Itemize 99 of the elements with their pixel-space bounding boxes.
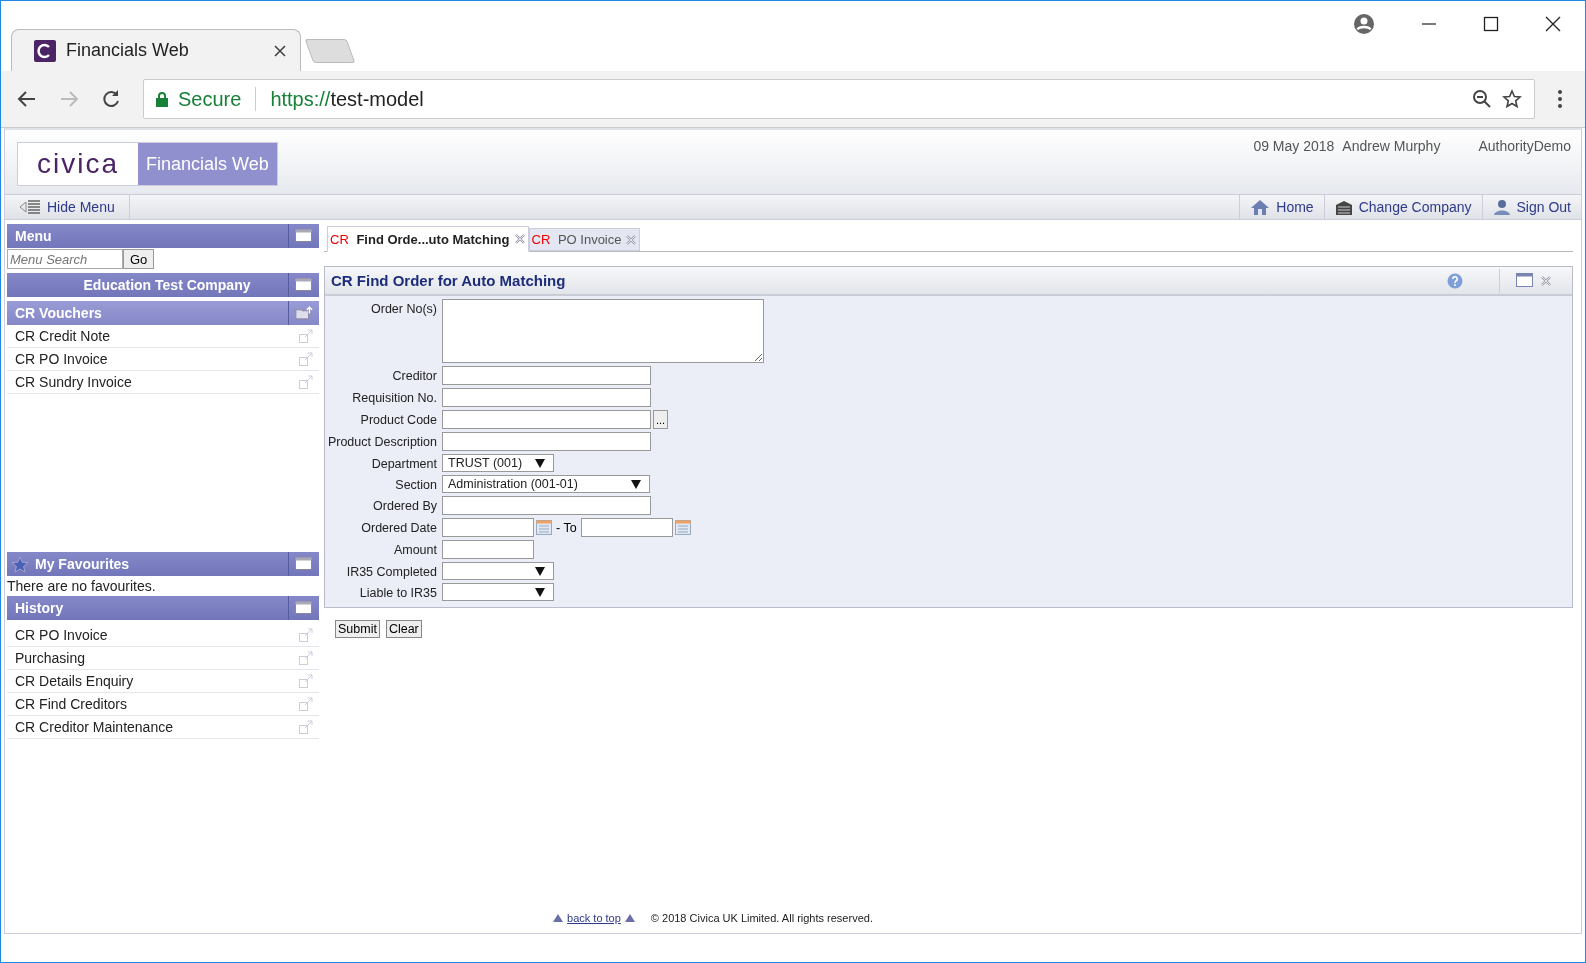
person-icon bbox=[1492, 198, 1511, 216]
date-field[interactable] bbox=[442, 518, 534, 537]
history-item[interactable]: CR PO Invoice bbox=[7, 624, 319, 647]
external-link-icon bbox=[299, 352, 313, 366]
external-link-icon bbox=[299, 720, 313, 734]
field-label: Liable to IR35 bbox=[358, 585, 437, 600]
maximize-icon[interactable] bbox=[1483, 16, 1499, 32]
reload-icon[interactable] bbox=[101, 89, 121, 109]
form-button[interactable]: Submit bbox=[335, 620, 380, 638]
tab[interactable]: CR Find Orde...uto Matching bbox=[327, 226, 529, 252]
history-item[interactable]: CR Details Enquiry bbox=[7, 670, 319, 693]
text-field[interactable] bbox=[442, 388, 651, 407]
dropdown-arrow-icon bbox=[535, 566, 545, 576]
field-label: Product Code bbox=[359, 412, 437, 427]
url-text: https://test-model bbox=[270, 87, 424, 111]
date-field[interactable] bbox=[580, 518, 673, 537]
field-label: Product Description bbox=[326, 434, 437, 449]
external-link-icon bbox=[299, 651, 313, 665]
star-icon bbox=[11, 555, 29, 573]
history-item[interactable]: CR Creditor Maintenance bbox=[7, 716, 319, 739]
date-text: 09 May 2018 bbox=[1253, 138, 1335, 156]
back-icon[interactable] bbox=[17, 89, 37, 109]
external-link-icon bbox=[299, 697, 313, 711]
field-label: Amount bbox=[392, 542, 437, 557]
building-icon bbox=[1334, 198, 1353, 216]
address-bar[interactable]: Secure https://test-model bbox=[143, 79, 1535, 119]
toolbar-link[interactable]: Change Company bbox=[1323, 195, 1482, 219]
panel-title: My Favourites bbox=[35, 556, 130, 572]
field-label: IR35 Completed bbox=[345, 564, 437, 579]
company-name: AuthorityDemo bbox=[1478, 138, 1571, 156]
external-link-icon bbox=[299, 329, 313, 343]
order-numbers-field[interactable] bbox=[442, 299, 764, 363]
close-icon[interactable] bbox=[274, 44, 286, 57]
tab[interactable]: CR PO Invoice bbox=[528, 228, 641, 251]
text-field[interactable] bbox=[442, 432, 651, 451]
dropdown[interactable] bbox=[442, 583, 554, 601]
field-label: Ordered By bbox=[372, 498, 437, 513]
field-label: Order No(s) bbox=[370, 301, 437, 316]
zoom-out-icon[interactable] bbox=[1472, 89, 1492, 109]
field-label: Department bbox=[370, 456, 437, 471]
menu-item[interactable]: CR Sundry Invoice bbox=[7, 371, 319, 394]
external-link-icon bbox=[299, 375, 313, 389]
secure-label: Secure bbox=[178, 87, 242, 111]
empty-message: There are no favourites. bbox=[7, 577, 157, 596]
new-tab-button[interactable] bbox=[304, 39, 356, 63]
back-to-top-link[interactable]: back to top bbox=[567, 912, 621, 924]
letter-c-icon bbox=[34, 39, 56, 62]
panel-title: Menu bbox=[15, 228, 52, 244]
dropdown[interactable] bbox=[442, 562, 554, 580]
hide-menu-button[interactable]: Hide Menu bbox=[5, 195, 130, 219]
form-button[interactable]: Clear bbox=[385, 620, 422, 638]
dropdown-arrow-icon bbox=[535, 587, 545, 597]
field-label: Requisition No. bbox=[351, 390, 437, 405]
text-field[interactable] bbox=[442, 540, 534, 559]
menu-item[interactable]: CR PO Invoice bbox=[7, 348, 319, 371]
up-triangle-icon bbox=[553, 914, 564, 922]
help-icon[interactable] bbox=[1447, 272, 1463, 289]
dropdown-arrow-icon bbox=[535, 458, 545, 468]
external-link-icon bbox=[299, 628, 313, 642]
toolbar-link[interactable]: Home bbox=[1239, 195, 1324, 219]
history-item[interactable]: Purchasing bbox=[7, 647, 319, 670]
house-icon bbox=[1250, 198, 1271, 216]
close-icon[interactable] bbox=[1545, 16, 1561, 32]
to-label: - To bbox=[556, 520, 577, 535]
account-icon[interactable] bbox=[1353, 13, 1375, 35]
user-name: Andrew Murphy bbox=[1342, 138, 1441, 156]
text-field[interactable] bbox=[442, 366, 651, 385]
tab-title: Financials Web bbox=[66, 40, 190, 61]
dropdown-arrow-icon bbox=[631, 479, 641, 489]
text-field[interactable] bbox=[442, 496, 651, 515]
window-icon[interactable] bbox=[1516, 273, 1534, 288]
section-title: CR Vouchers bbox=[15, 305, 102, 321]
field-label: Creditor bbox=[391, 368, 437, 383]
logo: civica bbox=[18, 143, 138, 185]
panel-title: History bbox=[15, 600, 64, 616]
up-triangle-icon bbox=[624, 914, 635, 922]
browser-tab[interactable]: Financials Web bbox=[11, 29, 301, 71]
field-label: Ordered Date bbox=[360, 520, 437, 535]
calendar-icon[interactable] bbox=[536, 520, 552, 535]
dropdown[interactable]: Administration (001-01) bbox=[442, 475, 650, 493]
calendar-icon[interactable] bbox=[674, 520, 691, 535]
form-title: CR Find Order for Auto Matching bbox=[331, 272, 566, 289]
go-button[interactable]: Go bbox=[123, 249, 155, 269]
star-icon[interactable] bbox=[1502, 89, 1522, 109]
toolbar-link[interactable]: Sign Out bbox=[1481, 195, 1581, 219]
history-item[interactable]: CR Find Creditors bbox=[7, 693, 319, 716]
menu-item[interactable]: CR Credit Note bbox=[7, 325, 319, 348]
external-link-icon bbox=[299, 674, 313, 688]
lookup-button[interactable]: ... bbox=[653, 410, 668, 429]
text-field[interactable] bbox=[442, 410, 651, 429]
copyright-text: © 2018 Civica UK Limited. All rights reserved. bbox=[650, 912, 873, 924]
lock-icon bbox=[156, 91, 168, 107]
menu-search-field[interactable]: Menu Search bbox=[7, 249, 123, 269]
dropdown[interactable]: TRUST (001) bbox=[442, 454, 554, 472]
collapse-icon bbox=[19, 200, 41, 214]
company-title: Education Test Company bbox=[83, 277, 251, 293]
field-label: Section bbox=[394, 477, 437, 492]
menu-icon[interactable] bbox=[1557, 89, 1563, 109]
product-name: Financials Web bbox=[138, 143, 277, 185]
